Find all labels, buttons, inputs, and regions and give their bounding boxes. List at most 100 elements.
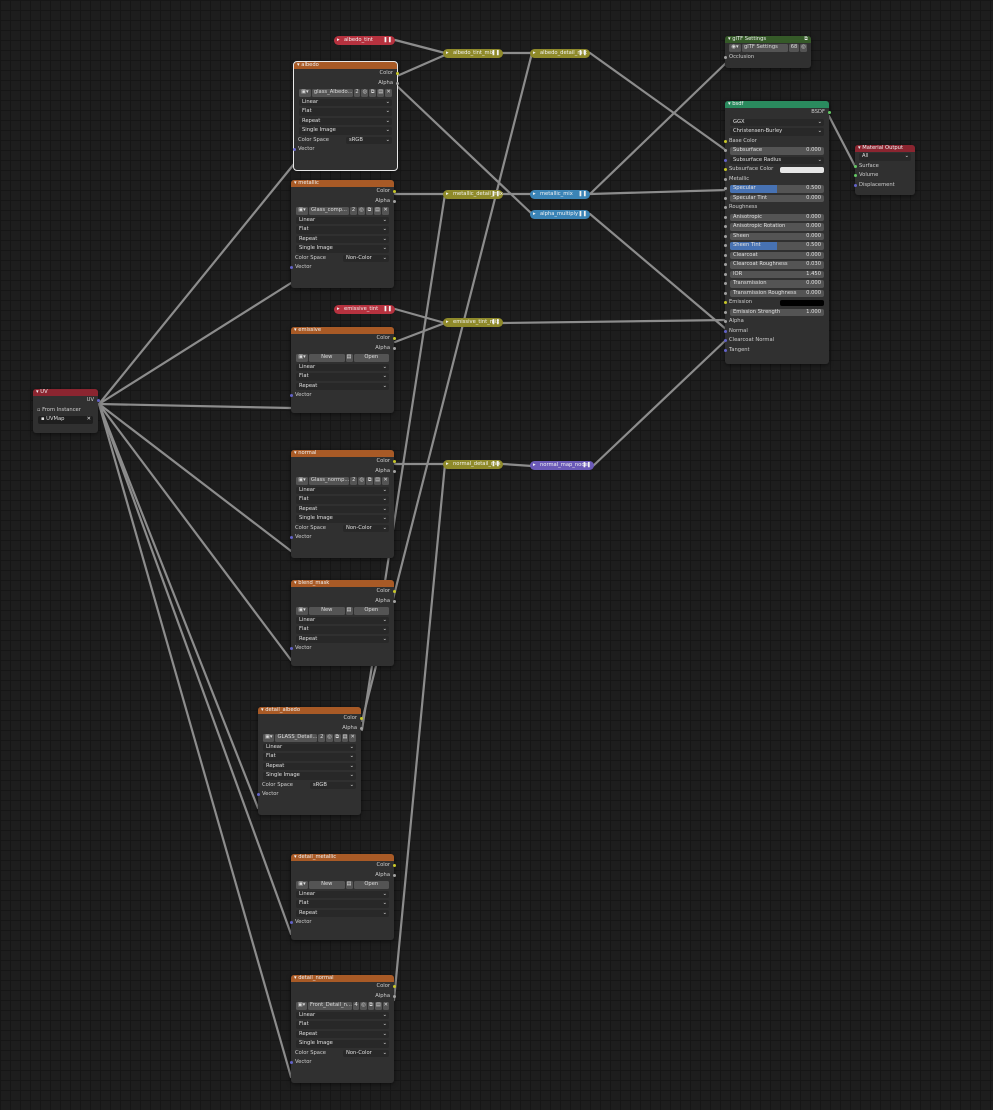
image-name[interactable]: Glass_comp... [309,207,349,215]
fake-user-icon[interactable]: ◎ [361,89,369,97]
emissive-tint-mix-node[interactable]: ▸ emissive_tint_mix ❚❚ [443,318,503,327]
open-folder-icon[interactable]: ▤ [375,1002,382,1010]
source-dropdown[interactable]: Single Image ⌄ [296,1040,389,1048]
vector-input-socket[interactable] [289,536,293,540]
volume-socket[interactable] [853,174,857,178]
image-browse-icon[interactable]: ▣▾ [296,881,308,889]
open-image-button[interactable]: Open [353,881,389,889]
open-folder-icon[interactable]: ▤ [345,354,353,362]
extension-dropdown[interactable]: Repeat ⌄ [296,235,389,243]
image-datablock[interactable]: ▣▾ Glass_normp... 2 ◎ ⧉ ▤ ✕ [296,477,390,485]
vector-input-socket[interactable] [292,148,296,152]
gltf-settings-node[interactable]: ▾ glTF Settings ⧉ ◉▾ glTF Settings 68 ◎ Occl… [723,36,811,68]
user-count[interactable]: 2 [353,89,361,97]
duplicate-icon[interactable]: ⧉ [369,89,377,97]
node-link[interactable] [588,60,729,196]
node-link[interactable] [97,402,293,936]
sheen-socket[interactable] [723,234,727,238]
alpha-multiply-node[interactable]: ▸ alpha_multiply ❚❚ [530,210,590,219]
projection-select[interactable]: Flat ⌄ [291,1020,394,1030]
albedo-detail-mix-node[interactable]: ▸ albedo_detail_mix ❚❚ [530,49,590,58]
image-browse-icon[interactable]: ▣▾ [299,89,311,97]
group-datablock[interactable]: ◉▾ glTF Settings 68 ◎ [729,44,807,52]
image-name[interactable]: glass_Albedo... [311,89,353,97]
unlink-icon[interactable]: ✕ [382,207,389,215]
anisotropic-rotation-slider[interactable]: Anisotropic Rotation 0.000 [730,223,824,231]
clearcoat-slider[interactable]: Clearcoat 0.000 [730,251,824,259]
source-select[interactable]: Single Image ⌄ [291,244,394,254]
open-image-button[interactable]: Open [353,354,389,362]
alpha-output-socket[interactable] [392,199,396,203]
image-datablock[interactable]: ▣▾ New ▤ Open [296,354,389,362]
projection-select[interactable]: Flat ⌄ [291,372,394,382]
specular-socket[interactable] [723,187,727,191]
color-output-socket[interactable] [392,985,396,989]
fake-user-icon[interactable]: ◎ [358,477,366,485]
specular-tint-socket[interactable] [723,196,727,200]
collapse-icon[interactable]: ▸ [533,461,536,470]
collapse-icon[interactable]: ▸ [533,190,536,199]
source-dropdown[interactable]: Single Image ⌄ [299,127,392,135]
source-select[interactable]: Single Image ⌄ [291,514,394,524]
emission-socket[interactable] [723,301,727,305]
node-link[interactable] [393,321,447,344]
interpolation-dropdown[interactable]: Linear ⌄ [296,216,389,224]
group-icon[interactable]: ⧉ [804,36,808,43]
principled-bsdf-node[interactable]: ▾ bsdf BSDF GGX ⌄ Christensen-Burley ⌄ Bas… [723,101,831,364]
color-output-socket[interactable] [359,717,363,721]
alpha-output-socket[interactable] [395,81,399,85]
interpolation-dropdown[interactable]: Linear ⌄ [263,743,356,751]
roughness-socket[interactable] [723,206,727,210]
open-folder-icon[interactable]: ▤ [341,734,349,742]
node-tree-icon[interactable]: ◉▾ [729,44,741,52]
fake-user-icon[interactable]: ◎ [358,207,365,215]
projection-dropdown[interactable]: Flat ⌄ [296,626,389,634]
interpolation-select[interactable]: Linear ⌄ [291,1011,394,1021]
image-name[interactable]: Front_Detail_n... [308,1002,352,1010]
projection-select[interactable]: Flat ⌄ [258,752,361,762]
interpolation-dropdown[interactable]: Linear ⌄ [296,616,389,624]
transmission-roughness-slider[interactable]: Transmission Roughness 0.000 [730,289,824,297]
image-browse-icon[interactable]: ▣▾ [296,477,308,485]
interpolation-dropdown[interactable]: Linear ⌄ [296,890,389,898]
color-output-socket[interactable] [395,72,399,76]
displacement-socket[interactable] [853,183,857,187]
image-selector[interactable]: ▣▾ Glass_normp... 2 ◎ ⧉ ▤ ✕ [291,476,394,486]
subsurface-method-dropdown[interactable]: Christensen-Burley ⌄ [730,128,824,136]
open-folder-icon[interactable]: ▤ [345,881,353,889]
collapse-icon[interactable]: ▸ [533,210,536,219]
base-color-socket[interactable] [723,139,727,143]
extension-select[interactable]: Repeat ⌄ [291,635,394,645]
image-datablock[interactable]: ▣▾ Glass_comp... 2 ◎ ⧉ ▤ ✕ [296,207,389,215]
projection-select[interactable]: Flat ⌄ [291,225,394,235]
albedo-tint-node[interactable]: ▸ albedo_tint ❚❚ [334,36,395,45]
subsurface-slider[interactable]: Subsurface 0.000 [730,147,824,155]
image-selector[interactable]: ▣▾ glass_Albedo... 2 ◎ ⧉ ▤ ✕ [294,88,397,98]
color-space-dropdown[interactable]: sRGB ⌄ [346,136,392,144]
anisotropic-rotation-socket[interactable] [723,225,727,229]
alpha-output-socket[interactable] [392,599,396,603]
transmission-socket[interactable] [723,282,727,286]
node-header[interactable]: ▾ albedo [294,62,397,69]
uv-map-field[interactable]: ▪ UVMap ✕ [38,416,93,424]
anisotropic-socket[interactable] [723,215,727,219]
extension-select[interactable]: Repeat ⌄ [294,117,397,127]
normal-texture-node[interactable]: ▾ normal Color Alpha ▣▾ Glass_normp... 2 ◎ ⧉… [289,450,396,558]
open-folder-icon[interactable]: ▤ [374,207,381,215]
uv-output-socket[interactable] [96,399,100,403]
duplicate-icon[interactable]: ⧉ [366,207,373,215]
subsurface-radius-socket[interactable] [723,158,727,162]
source-select[interactable]: Single Image ⌄ [291,1039,394,1049]
node-link[interactable] [97,162,296,406]
node-header[interactable]: ▾ normal [291,450,394,457]
new-image-button[interactable]: New [309,607,345,615]
node-link[interactable] [591,337,729,468]
open-image-button[interactable]: Open [353,607,389,615]
detail-normal-texture-node[interactable]: ▾ detail_normal Color Alpha ▣▾ Front_Deta… [289,975,396,1083]
user-count[interactable]: 2 [350,477,358,485]
image-selector[interactable]: ▣▾ New ▤ Open [291,606,394,616]
new-image-button[interactable]: New [309,354,345,362]
color-output-socket[interactable] [392,864,396,868]
emission-strength-socket[interactable] [723,310,727,314]
occlusion-socket[interactable] [723,55,727,59]
